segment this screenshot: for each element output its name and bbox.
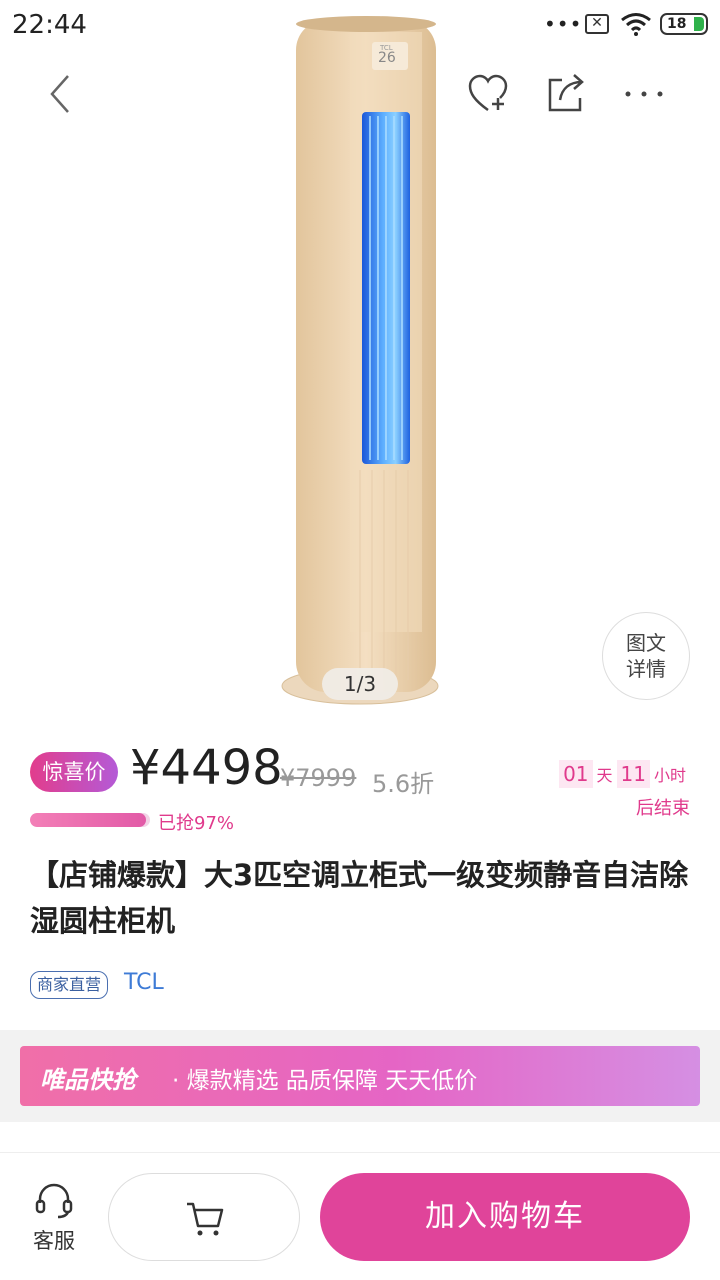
customer-service-button[interactable]: 客服 xyxy=(28,1183,80,1255)
product-image[interactable]: 26 TCL xyxy=(0,0,720,720)
original-price: ¥7999 xyxy=(280,764,357,792)
countdown: 01 天 11 小时 后结束 xyxy=(559,760,690,820)
air-conditioner-image: 26 TCL xyxy=(281,16,439,705)
countdown-days: 01 xyxy=(559,760,593,788)
discount-rate: 5.6折 xyxy=(372,770,435,798)
banner-slogan: · 爆款精选 品质保障 天天低价 xyxy=(172,1068,478,1094)
flash-sale-banner[interactable]: 唯品快抢 · 爆款精选 品质保障 天天低价 xyxy=(20,1046,700,1106)
countdown-hours: 11 xyxy=(616,760,650,788)
countdown-hour-unit: 小时 xyxy=(653,766,686,785)
favorite-button[interactable] xyxy=(464,70,512,118)
image-pager: 1/3 xyxy=(322,668,398,700)
heart-plus-icon xyxy=(468,74,508,112)
share-button[interactable] xyxy=(542,70,590,118)
back-button[interactable] xyxy=(36,70,84,118)
customer-service-label: 客服 xyxy=(33,1229,75,1253)
surprise-price-tag: 惊喜价 xyxy=(30,752,118,792)
countdown-day-unit: 天 xyxy=(596,766,613,785)
status-time: 22:44 xyxy=(12,10,87,40)
chevron-left-icon xyxy=(50,75,69,113)
image-text-detail-button[interactable]: 图文 详情 xyxy=(602,612,690,700)
sold-progress-bar xyxy=(30,813,150,827)
bottom-action-bar: 客服 加入购物车 xyxy=(0,1152,720,1280)
battery-icon: 18 xyxy=(660,13,708,35)
more-dots-icon xyxy=(625,91,663,97)
banner-logo: 唯品快抢 xyxy=(40,1066,136,1094)
panel-display: 26 xyxy=(378,50,396,66)
detail-label-line2: 详情 xyxy=(626,657,666,681)
self-operated-badge: 商家直营 xyxy=(30,971,109,999)
cart-icon xyxy=(187,1202,224,1236)
sim-off-icon: ✕ xyxy=(585,14,609,34)
wifi-icon xyxy=(621,13,651,36)
more-button[interactable] xyxy=(620,70,668,118)
sold-progress-fill xyxy=(30,813,147,827)
add-to-cart-button[interactable]: 加入购物车 xyxy=(320,1173,690,1261)
detail-label-line1: 图文 xyxy=(626,631,666,655)
brand-link[interactable]: TCL xyxy=(124,970,164,995)
battery-level: 18 xyxy=(667,16,687,32)
current-price: ¥4498 xyxy=(130,740,283,796)
cart-button[interactable] xyxy=(108,1173,300,1261)
product-title: 【店铺爆款】大3匹空调立柜式一级变频静音自洁除湿圆柱柜机 xyxy=(30,858,689,938)
sold-progress-text: 已抢97% xyxy=(158,813,235,834)
headset-icon xyxy=(35,1183,73,1219)
countdown-suffix: 后结束 xyxy=(636,798,690,819)
share-icon xyxy=(548,74,584,112)
status-bar: 22:44 ••• ✕ 18 xyxy=(0,0,720,52)
status-dots-icon: ••• xyxy=(544,12,583,36)
